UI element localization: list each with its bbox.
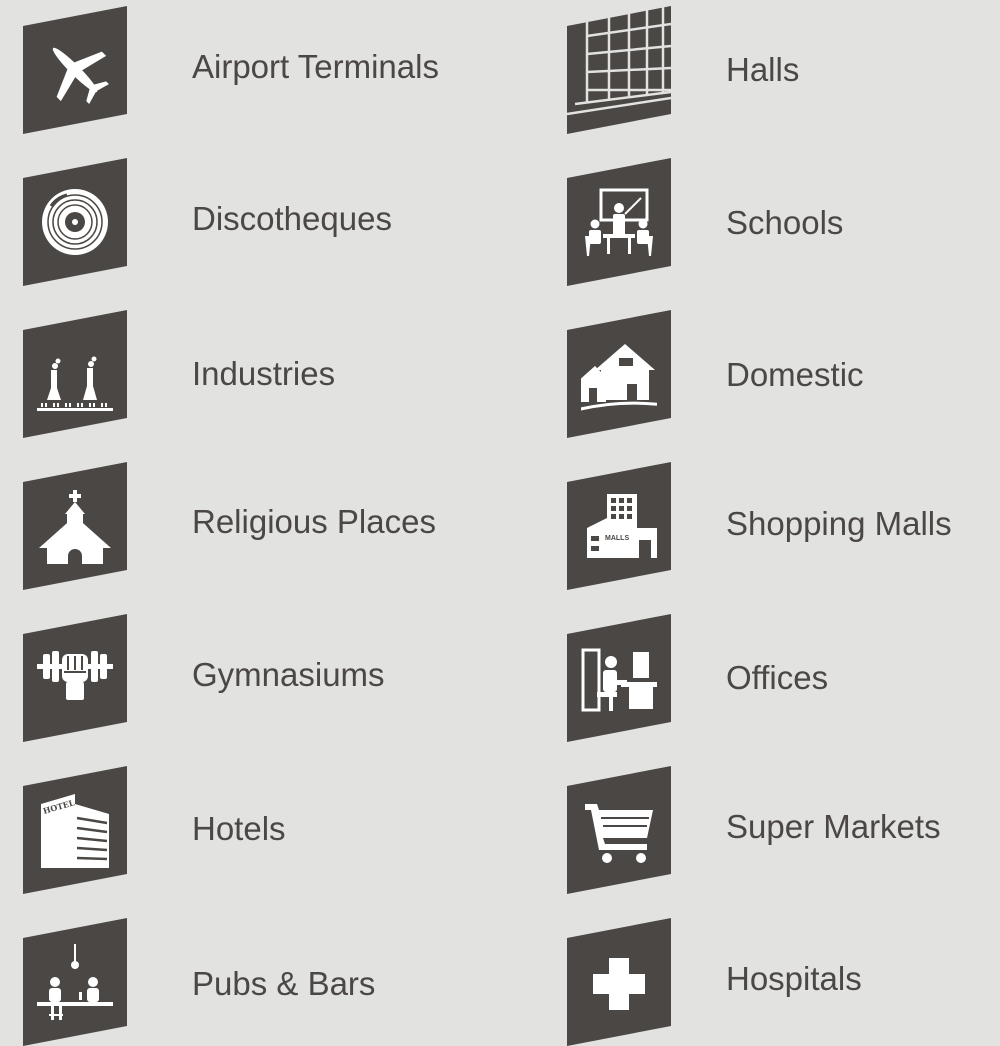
category-tile-discotheques[interactable] <box>23 158 127 286</box>
label-schools: Schools <box>726 204 844 241</box>
hotel-building-icon: HOTEL <box>41 794 109 868</box>
category-tile-pubs-bars[interactable] <box>23 918 127 1046</box>
shopping-cart-icon <box>585 804 653 863</box>
category-tile-religious-places[interactable] <box>23 462 127 590</box>
category-tile-hotels[interactable]: HOTEL <box>23 766 127 894</box>
bar-counter-icon <box>37 944 113 1020</box>
classroom-icon <box>585 188 653 256</box>
label-industries: Industries <box>192 355 336 392</box>
label-shopping-malls: Shopping Malls <box>726 505 952 542</box>
label-religious-places: Religious Places <box>192 503 436 540</box>
category-tile-offices[interactable] <box>567 614 671 742</box>
category-tile-domestic[interactable] <box>567 310 671 438</box>
category-tile-schools[interactable] <box>567 158 671 286</box>
medical-cross-icon <box>593 958 645 1010</box>
chapel-icon <box>39 490 111 564</box>
label-pubs-bars: Pubs & Bars <box>192 965 376 1002</box>
houses-icon <box>581 344 657 411</box>
label-discotheques: Discotheques <box>192 200 392 237</box>
airplane-icon <box>52 47 109 104</box>
factory-icon <box>37 356 113 411</box>
label-hotels: Hotels <box>192 810 286 847</box>
label-gymnasiums: Gymnasiums <box>192 656 385 693</box>
label-super-markets: Super Markets <box>726 808 941 845</box>
category-tile-shopping-malls[interactable]: MALLS <box>567 462 671 590</box>
category-tile-hospitals[interactable] <box>567 918 671 1046</box>
label-domestic: Domestic <box>726 356 864 393</box>
mall-building-icon: MALLS <box>587 494 657 558</box>
label-halls: Halls <box>726 51 800 88</box>
mall-sign-text: MALLS <box>605 535 629 542</box>
label-airport-terminals: Airport Terminals <box>192 48 439 85</box>
category-tile-airport-terminals[interactable] <box>23 6 127 134</box>
category-tile-halls[interactable] <box>567 6 671 134</box>
hall-grid-icon <box>567 6 671 116</box>
category-tile-industries[interactable] <box>23 310 127 438</box>
category-tile-super-markets[interactable] <box>567 766 671 894</box>
vinyl-record-icon <box>42 189 108 255</box>
dumbbell-fist-icon <box>37 651 113 700</box>
category-tile-gymnasiums[interactable] <box>23 614 127 742</box>
office-worker-icon <box>581 648 657 712</box>
label-hospitals: Hospitals <box>726 960 862 997</box>
label-offices: Offices <box>726 659 829 696</box>
